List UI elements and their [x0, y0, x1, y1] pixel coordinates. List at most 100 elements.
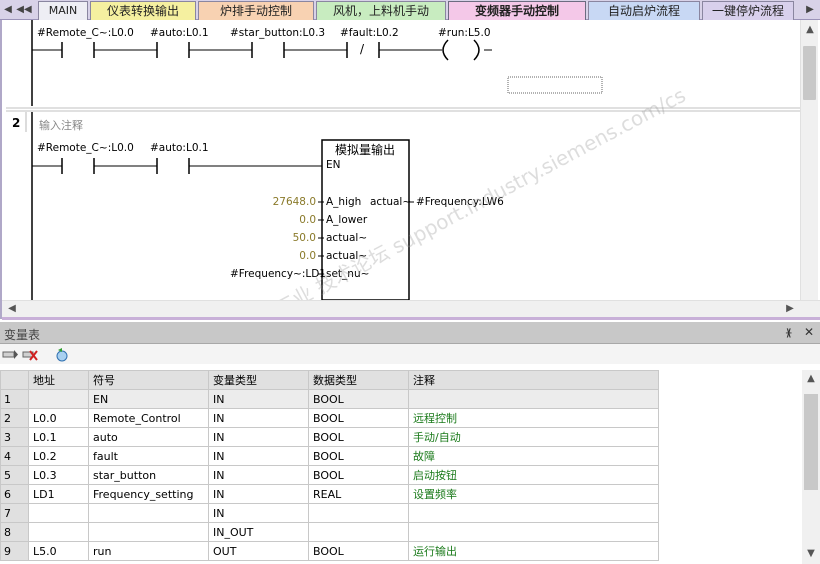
- cell-symbol[interactable]: run: [88, 541, 209, 561]
- table-row[interactable]: 1 EN IN BOOL: [0, 389, 659, 409]
- scroll-thumb[interactable]: [803, 46, 816, 100]
- pin-icon[interactable]: ᚕ: [786, 326, 791, 339]
- cell-var-type[interactable]: IN: [208, 446, 309, 466]
- cell-symbol[interactable]: auto: [88, 427, 209, 447]
- cell-address[interactable]: L5.0: [28, 541, 89, 561]
- input-value-actual-1[interactable]: 50.0: [242, 232, 316, 244]
- scroll-left-icon[interactable]: ◀: [4, 301, 20, 317]
- contact-label-auto-2[interactable]: #auto:L0.1: [150, 142, 209, 154]
- cell-var-type[interactable]: IN: [208, 484, 309, 504]
- contact-label-auto[interactable]: #auto:L0.1: [150, 27, 209, 39]
- cell-data-type[interactable]: BOOL: [308, 389, 409, 409]
- cell-symbol[interactable]: [88, 522, 209, 542]
- cell-data-type[interactable]: BOOL: [308, 541, 409, 561]
- row-number[interactable]: 9: [0, 541, 29, 561]
- table-row[interactable]: 7 IN: [0, 503, 659, 523]
- contact-label-remote-2[interactable]: #Remote_C~:L0.0: [37, 142, 134, 154]
- cell-comment[interactable]: 手动/自动: [408, 427, 659, 447]
- tab-scroll-right-icon[interactable]: ▶: [804, 3, 816, 17]
- tab-meter-conversion[interactable]: 仪表转换输出: [90, 1, 196, 20]
- cell-comment[interactable]: 启动按钮: [408, 465, 659, 485]
- coil-label-run[interactable]: #run:L5.0: [438, 27, 491, 39]
- cell-address[interactable]: L0.0: [28, 408, 89, 428]
- cell-data-type[interactable]: [308, 503, 409, 523]
- ladder-canvas[interactable]: #Remote_C~:L0.0 #auto:L0.1 #star_button:…: [2, 20, 800, 300]
- table-row[interactable]: 9 L5.0 run OUT BOOL 运行输出: [0, 541, 659, 561]
- variable-table[interactable]: 地址 符号 变量类型 数据类型 注释 1 EN IN BOOL 2 L0.0 R…: [0, 370, 659, 561]
- contact-label-start-button[interactable]: #star_button:L0.3: [230, 27, 325, 39]
- close-icon[interactable]: ✕: [804, 325, 814, 339]
- cell-address[interactable]: L0.3: [28, 465, 89, 485]
- input-value-a-high[interactable]: 27648.0: [242, 196, 316, 208]
- cell-var-type[interactable]: IN: [208, 389, 309, 409]
- editor-vertical-scrollbar[interactable]: ▲: [800, 20, 818, 300]
- cell-symbol[interactable]: Frequency_setting: [88, 484, 209, 504]
- table-row[interactable]: 4 L0.2 fault IN BOOL 故障: [0, 446, 659, 466]
- contact-label-remote[interactable]: #Remote_C~:L0.0: [37, 27, 134, 39]
- cell-address[interactable]: LD1: [28, 484, 89, 504]
- row-number[interactable]: 5: [0, 465, 29, 485]
- cell-data-type[interactable]: BOOL: [308, 446, 409, 466]
- row-number[interactable]: 8: [0, 522, 29, 542]
- row-number[interactable]: 6: [0, 484, 29, 504]
- table-row[interactable]: 6 LD1 Frequency_setting IN REAL 设置频率: [0, 484, 659, 504]
- insert-row-icon[interactable]: [2, 347, 18, 362]
- cell-address[interactable]: [28, 503, 89, 523]
- table-row[interactable]: 3 L0.1 auto IN BOOL 手动/自动: [0, 427, 659, 447]
- cell-var-type[interactable]: IN: [208, 408, 309, 428]
- cell-data-type[interactable]: BOOL: [308, 408, 409, 428]
- tab-scroll-first-icon[interactable]: ◀◀: [14, 3, 34, 17]
- cell-comment[interactable]: 运行输出: [408, 541, 659, 561]
- table-row[interactable]: 5 L0.3 star_button IN BOOL 启动按钮: [0, 465, 659, 485]
- cell-comment[interactable]: [408, 503, 659, 523]
- scroll-down-icon[interactable]: ▼: [803, 546, 819, 562]
- cell-address[interactable]: L0.1: [28, 427, 89, 447]
- delete-row-icon[interactable]: [22, 347, 38, 362]
- input-value-a-lower[interactable]: 0.0: [242, 214, 316, 226]
- input-value-actual-2[interactable]: 0.0: [242, 250, 316, 262]
- cell-var-type[interactable]: IN: [208, 427, 309, 447]
- cell-comment[interactable]: 远程控制: [408, 408, 659, 428]
- tab-one-key-stop[interactable]: 一键停炉流程: [702, 1, 794, 20]
- cell-address[interactable]: [28, 522, 89, 542]
- cell-comment[interactable]: [408, 389, 659, 409]
- tab-vfd-manual-active[interactable]: 变频器手动控制: [448, 1, 586, 20]
- cell-data-type[interactable]: [308, 522, 409, 542]
- table-row[interactable]: 2 L0.0 Remote_Control IN BOOL 远程控制: [0, 408, 659, 428]
- cell-address[interactable]: L0.2: [28, 446, 89, 466]
- row-number[interactable]: 1: [0, 389, 29, 409]
- table-row[interactable]: 8 IN_OUT: [0, 522, 659, 542]
- cell-data-type[interactable]: BOOL: [308, 465, 409, 485]
- scroll-up-icon[interactable]: ▲: [802, 22, 818, 38]
- editor-horizontal-scrollbar[interactable]: ◀ ▶: [2, 300, 820, 317]
- refresh-icon[interactable]: [54, 347, 70, 362]
- network-comment[interactable]: 输入注释: [39, 117, 83, 133]
- header-symbol[interactable]: 符号: [88, 370, 209, 390]
- tab-grate-manual[interactable]: 炉排手动控制: [198, 1, 314, 20]
- tab-auto-start[interactable]: 自动启炉流程: [588, 1, 700, 20]
- row-number[interactable]: 7: [0, 503, 29, 523]
- row-number[interactable]: 4: [0, 446, 29, 466]
- ladder-editor[interactable]: #Remote_C~:L0.0 #auto:L0.1 #star_button:…: [0, 20, 820, 320]
- cell-symbol[interactable]: [88, 503, 209, 523]
- cell-symbol[interactable]: fault: [88, 446, 209, 466]
- cell-comment[interactable]: 故障: [408, 446, 659, 466]
- tab-scroll-left-icon[interactable]: ◀: [2, 3, 14, 17]
- cell-symbol[interactable]: EN: [88, 389, 209, 409]
- cell-data-type[interactable]: REAL: [308, 484, 409, 504]
- cell-var-type[interactable]: IN: [208, 503, 309, 523]
- tab-fan-feeder-manual[interactable]: 风机，上料机手动: [316, 1, 446, 20]
- cell-var-type[interactable]: OUT: [208, 541, 309, 561]
- cell-address[interactable]: [28, 389, 89, 409]
- cell-symbol[interactable]: star_button: [88, 465, 209, 485]
- header-comment[interactable]: 注释: [408, 370, 659, 390]
- header-address[interactable]: 地址: [28, 370, 89, 390]
- cell-var-type[interactable]: IN: [208, 465, 309, 485]
- scroll-up-icon[interactable]: ▲: [803, 371, 819, 387]
- row-number[interactable]: 3: [0, 427, 29, 447]
- cell-data-type[interactable]: BOOL: [308, 427, 409, 447]
- cell-comment[interactable]: [408, 522, 659, 542]
- cell-comment[interactable]: 设置频率: [408, 484, 659, 504]
- contact-label-fault[interactable]: #fault:L0.2: [340, 27, 399, 39]
- scroll-thumb[interactable]: [804, 394, 818, 490]
